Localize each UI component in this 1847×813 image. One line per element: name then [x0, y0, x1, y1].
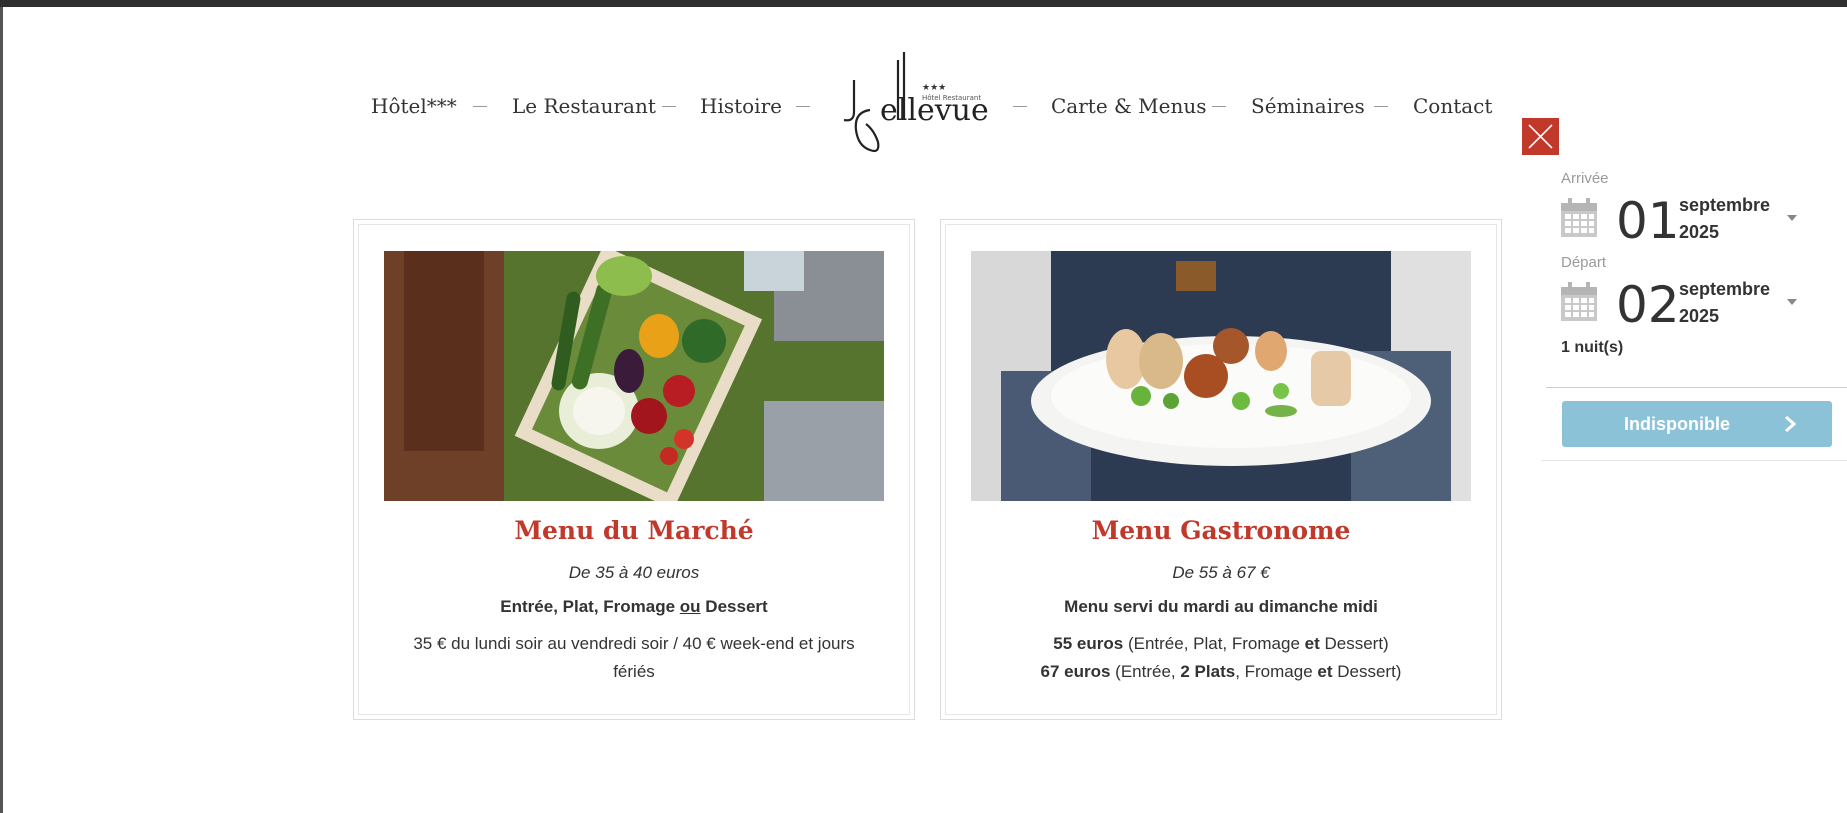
logo-stars: ★★★ — [922, 83, 946, 93]
departure-day[interactable]: 02 — [1616, 280, 1680, 330]
close-icon — [1528, 124, 1553, 149]
card-served: Menu servi du mardi au dimanche midi — [1064, 597, 1378, 616]
availability-button[interactable]: Indisponible — [1562, 401, 1832, 447]
divider — [1541, 460, 1847, 461]
nav-seminaires[interactable]: Séminaires — [1251, 94, 1365, 118]
availability-button-label: Indisponible — [1624, 414, 1730, 434]
window-left-edge — [0, 7, 3, 813]
nav-separator — [1212, 106, 1226, 107]
nav-carte-menus[interactable]: Carte & Menus — [1051, 94, 1207, 118]
close-booking-button[interactable] — [1522, 118, 1559, 155]
menu-line-55: 55 euros (Entrée, Plat, Fromage et Desse… — [1053, 634, 1389, 653]
departure-dropdown-caret[interactable] — [1787, 299, 1797, 305]
bellevue-logo[interactable]: ellevue ★★★ Hôtel Restaurant — [836, 50, 989, 164]
calendar-icon[interactable] — [1560, 282, 1598, 322]
card-title: Menu du Marché — [514, 516, 754, 545]
nav-separator — [662, 106, 676, 107]
nav-separator — [1374, 106, 1388, 107]
card-description: 35 € du lundi soir au vendredi soir / 40… — [413, 634, 855, 681]
logo-subtitle: Hôtel Restaurant — [922, 94, 981, 102]
departure-month-year[interactable]: septembre 2025 — [1679, 276, 1789, 330]
menu-card-marche: Menu du Marché De 35 à 40 euros Entrée, … — [353, 219, 915, 720]
nav-separator — [473, 106, 487, 107]
card-title: Menu Gastronome — [1091, 516, 1351, 545]
nav-hotel[interactable]: Hôtel*** — [371, 94, 457, 118]
departure-label: Départ — [1561, 254, 1607, 271]
arrival-dropdown-caret[interactable] — [1787, 215, 1797, 221]
menu-line-67: 67 euros (Entrée, 2 Plats, Fromage et De… — [1040, 662, 1402, 681]
nights-count: 1 nuit(s) — [1561, 339, 1624, 356]
browser-top-bar — [0, 0, 1847, 7]
nav-histoire[interactable]: Histoire — [700, 94, 782, 118]
card-price: De 35 à 40 euros — [568, 563, 700, 582]
divider — [1546, 387, 1847, 388]
arrival-label: Arrivée — [1561, 170, 1609, 187]
menu-card-gastronome: Menu Gastronome De 55 à 67 € Menu servi … — [940, 219, 1502, 720]
nav-contact[interactable]: Contact — [1413, 94, 1492, 118]
gastronomic-plate-photo — [971, 251, 1471, 501]
nav-separator — [1013, 106, 1027, 107]
arrival-day[interactable]: 01 — [1616, 196, 1680, 246]
chevron-right-icon — [1785, 416, 1796, 432]
calendar-icon[interactable] — [1560, 198, 1598, 238]
card-description: 55 euros (Entrée, Plat, Fromage et Desse… — [981, 630, 1461, 686]
card-courses: Entrée, Plat, Fromage ou Dessert — [500, 597, 768, 616]
arrival-month-year[interactable]: septembre 2025 — [1679, 192, 1789, 246]
card-price: De 55 à 67 € — [1172, 563, 1270, 582]
vegetable-crate-photo — [384, 251, 884, 501]
nav-restaurant[interactable]: Le Restaurant — [512, 94, 656, 118]
nav-separator — [796, 106, 810, 107]
